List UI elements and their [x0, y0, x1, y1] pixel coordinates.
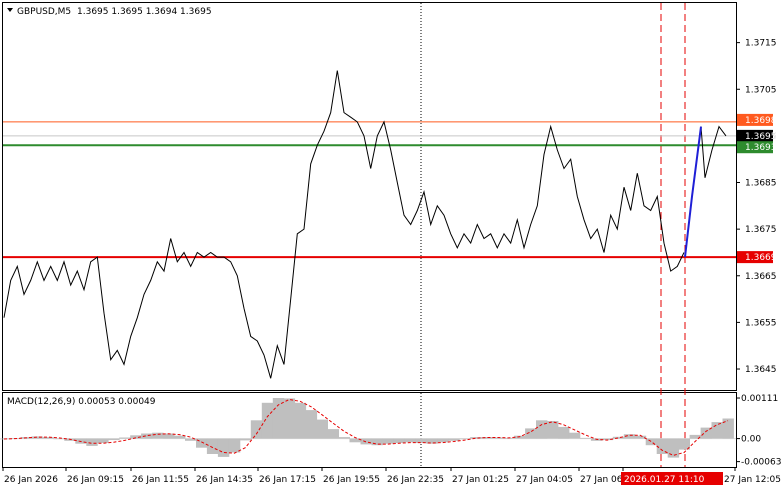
- time-axis: 26 Jan 2026 26 Jan 09:15 26 Jan 11:55 26 Ja…: [2, 467, 781, 485]
- macd-histogram-bar: [404, 438, 416, 443]
- time-axis-label: 26 Jan 11:55: [132, 475, 189, 485]
- chart-header: GBPUSD,M5 1.3695 1.3695 1.3694 1.3695: [7, 7, 212, 17]
- macd-histogram-bar: [294, 402, 307, 439]
- price-level-tag-label: 1.3669: [745, 253, 777, 263]
- macd-histogram-bar: [316, 419, 328, 439]
- macd-histogram-bar: [360, 438, 372, 445]
- price-level-tag-label: 1.3698: [745, 116, 777, 126]
- macd-axis-label: 0.00: [741, 435, 761, 445]
- price-axis-label: 1.3705: [745, 85, 777, 95]
- macd-histogram-bar: [228, 438, 241, 453]
- macd-histogram-bar: [305, 410, 318, 439]
- time-axis-label: 26 Jan 17:15: [259, 475, 316, 485]
- macd-histogram-bar: [119, 437, 131, 439]
- macd-histogram-bar: [568, 432, 581, 439]
- macd-histogram-bar: [217, 438, 230, 457]
- trading-chart[interactable]: 1.3715 1.3705 1.3695 1.3685 1.3675 1.3665 1.36…: [0, 0, 781, 489]
- macd-histogram-bar: [338, 437, 350, 439]
- macd-histogram-bar: [656, 438, 669, 454]
- price-axis-label: 1.3715: [745, 39, 777, 49]
- macd-histogram-bar: [667, 438, 680, 458]
- price-axis-label: 1.3645: [745, 365, 777, 375]
- time-axis-label: 26 Jan 19:55: [323, 475, 380, 485]
- macd-histogram-bar: [437, 438, 449, 443]
- macd-axis-label: -0.00063: [741, 458, 781, 468]
- macd-histogram-bar: [261, 402, 274, 439]
- price-axis-label: 1.3675: [745, 225, 777, 235]
- price-level-tag-label: 1.3693: [745, 143, 777, 153]
- time-axis-label: 27 Jan 12:05: [724, 475, 781, 485]
- time-axis-label: 26 Jan 22:35: [387, 475, 444, 485]
- time-axis-label: 27 Jan 01:25: [452, 475, 509, 485]
- price-axis: 1.3715 1.3705 1.3695 1.3685 1.3675 1.3665 1.36…: [736, 39, 777, 375]
- macd-histogram-bar: [250, 420, 263, 439]
- macd-histogram-bar: [558, 426, 570, 439]
- macd-histogram-bar: [174, 435, 186, 439]
- crosshair-time-label: 2026.01.27 11:10: [624, 475, 705, 485]
- time-axis-label: 26 Jan 14:35: [196, 475, 253, 485]
- price-axis-label: 1.3665: [745, 272, 777, 282]
- macd-histogram-bar: [283, 398, 296, 439]
- macd-histogram-bar: [645, 438, 658, 446]
- macd-histogram-bar: [86, 438, 98, 446]
- macd-histogram-bar: [97, 438, 109, 443]
- macd-axis: 0.00111 0.00 -0.00063: [736, 394, 781, 468]
- macd-histogram-bar: [547, 421, 559, 439]
- time-axis-label: 27 Jan 04:05: [516, 475, 573, 485]
- price-axis-label: 1.3655: [745, 318, 777, 328]
- price-level-tag-label: 1.3695: [745, 132, 777, 142]
- time-axis-label: 26 Jan 2026: [4, 475, 58, 485]
- symbol-label: GBPUSD,M5: [17, 7, 71, 17]
- price-axis-label: 1.3685: [745, 179, 777, 189]
- macd-histogram-bar: [53, 438, 65, 440]
- macd-histogram-bar: [722, 418, 734, 439]
- macd-histogram-bar: [272, 398, 285, 439]
- time-axis-label: 26 Jan 09:15: [67, 475, 124, 485]
- macd-histogram-bar: [239, 438, 252, 441]
- macd-title: MACD(12,26,9) 0.00053 0.00049: [7, 397, 156, 407]
- macd-histogram-bar: [536, 420, 548, 439]
- macd-histogram-bar: [371, 438, 383, 446]
- ohlc-values: 1.3695 1.3695 1.3694 1.3695: [77, 7, 212, 17]
- macd-histogram-bar: [393, 438, 405, 443]
- macd-histogram-bar: [711, 422, 723, 439]
- macd-axis-label: 0.00111: [741, 394, 778, 404]
- macd-histogram-bar: [152, 432, 164, 439]
- macd-histogram-bar: [206, 438, 219, 454]
- macd-histogram-bar: [579, 437, 592, 439]
- macd-histogram-bar: [108, 438, 120, 441]
- macd-histogram-bar: [382, 438, 394, 444]
- macd-histogram-bar: [327, 429, 339, 439]
